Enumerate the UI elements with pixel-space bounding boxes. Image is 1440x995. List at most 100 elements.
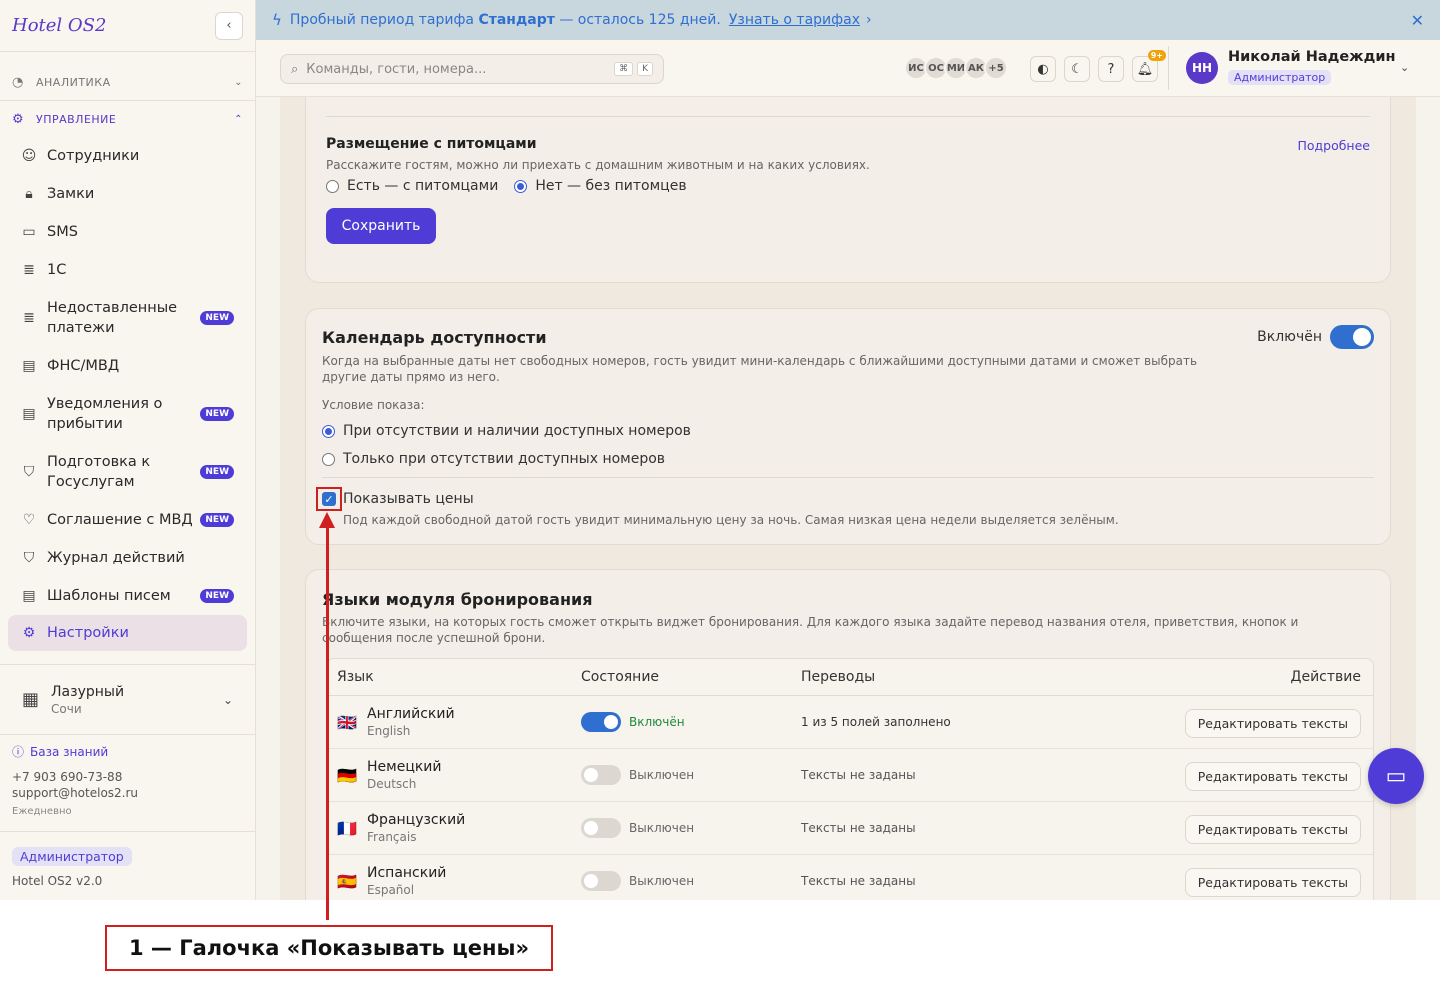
- show-prices-label[interactable]: Показывать цены: [343, 491, 474, 507]
- sidebar-item-staff[interactable]: ☺ Сотрудники: [0, 137, 255, 175]
- sidebar-item-action-log[interactable]: ⛉ Журнал действий: [0, 539, 255, 577]
- shield-check-icon: ⛉: [23, 464, 35, 480]
- help-circle-icon: ?: [1107, 61, 1115, 77]
- save-button[interactable]: Сохранить: [326, 208, 436, 244]
- support-phone[interactable]: +7 903 690-73-88: [12, 770, 243, 784]
- translations-status: Тексты не заданы: [801, 821, 916, 835]
- sidebar-item-locks[interactable]: 🔒︎ Замки: [0, 175, 255, 213]
- app-logo: Hotel OS2: [12, 15, 107, 36]
- radio-button[interactable]: [322, 452, 335, 466]
- sidebar-item-arrival-notices[interactable]: ▤ Уведомления о прибытии NEW: [0, 385, 255, 443]
- sidebar-item-undelivered-payments[interactable]: ≣ Недоставленные платежи NEW: [0, 289, 255, 347]
- user-role-badge: Администратор: [1228, 70, 1332, 85]
- knowledge-base-label: База знаний: [30, 744, 109, 759]
- chevron-down-icon: ⌄: [222, 692, 233, 707]
- radio-button-selected[interactable]: [514, 179, 528, 193]
- new-badge: NEW: [200, 589, 234, 603]
- support-hours: Ежедневно: [12, 806, 72, 817]
- chat-fab-button[interactable]: ▭: [1368, 748, 1424, 804]
- pets-option-yes[interactable]: Есть — с питомцами: [326, 178, 498, 194]
- new-badge: NEW: [200, 311, 234, 325]
- help-button[interactable]: ?: [1098, 56, 1124, 82]
- edit-texts-button[interactable]: Редактировать тексты: [1184, 867, 1361, 897]
- language-name: Немецкий: [367, 759, 442, 775]
- sidebar-item-email-templates[interactable]: ▤ Шаблоны писем NEW: [0, 577, 255, 615]
- translations-status: Тексты не заданы: [801, 874, 916, 888]
- translations-status: Тексты не заданы: [801, 768, 916, 782]
- sidebar-item-sms[interactable]: ▭ SMS: [0, 213, 255, 251]
- sidebar-item-mvd-agreement[interactable]: ♡ Соглашение с МВД NEW: [0, 501, 255, 539]
- trial-remaining: — осталось 125 дней.: [559, 12, 721, 28]
- condition-option-2[interactable]: Только при отсутствии доступных номеров: [322, 451, 665, 467]
- theme-palette-button[interactable]: ◐: [1030, 56, 1056, 82]
- new-badge: NEW: [200, 513, 234, 527]
- search-placeholder: Команды, гости, номера...: [306, 61, 487, 77]
- sidebar-item-label: Уведомления о прибытии: [47, 396, 163, 432]
- database-icon: ≣: [23, 310, 35, 326]
- radio-button[interactable]: [326, 179, 339, 193]
- pets-option-yes-label: Есть — с питомцами: [347, 178, 499, 194]
- dark-mode-button[interactable]: ☾: [1064, 56, 1090, 82]
- pets-option-no[interactable]: Нет — без питомцев: [514, 178, 687, 194]
- flag-fr-icon: 🇫🇷: [337, 818, 357, 838]
- sidebar-item-settings[interactable]: ⚙ Настройки: [8, 615, 247, 651]
- divider: [326, 116, 1370, 117]
- radio-button-selected[interactable]: [322, 424, 335, 438]
- sidebar-item-label: Сотрудники: [47, 148, 140, 164]
- language-name: Английский: [367, 706, 455, 722]
- language-toggle[interactable]: [581, 871, 621, 891]
- sidebar-item-fns-mvd[interactable]: ▤ ФНС/МВД: [0, 347, 255, 385]
- close-icon[interactable]: ✕: [1411, 11, 1424, 30]
- user-name[interactable]: Николай Надеждин: [1228, 49, 1396, 65]
- calendar-title: Календарь доступности: [322, 328, 547, 347]
- sidebar-item-label: SMS: [47, 224, 78, 240]
- edit-texts-button[interactable]: Редактировать тексты: [1184, 708, 1361, 738]
- gear-icon: ⚙: [22, 625, 36, 641]
- sidebar-item-gosuslugi[interactable]: ⛉ Подготовка к Госуслугам NEW: [0, 443, 255, 501]
- sidebar-item-label: Замки: [47, 186, 95, 202]
- palette-icon: ◐: [1037, 61, 1049, 77]
- pricing-link[interactable]: Узнать о тарифах: [729, 12, 860, 28]
- language-toggle[interactable]: [581, 765, 621, 785]
- collapse-sidebar-button[interactable]: ‹: [215, 11, 243, 40]
- sidebar-item-label: Подготовка к Госуслугам: [47, 454, 151, 490]
- notifications-button[interactable]: 🔔︎ 9+: [1132, 50, 1166, 82]
- edit-texts-button[interactable]: Редактировать тексты: [1184, 814, 1361, 844]
- language-toggle[interactable]: [581, 712, 621, 732]
- database-icon: ≣: [23, 262, 35, 278]
- sidebar-item-label: Соглашение с МВД: [47, 512, 193, 528]
- support-block: ⓘ База знаний +7 903 690-73-88 support@h…: [0, 734, 255, 832]
- divider: [322, 477, 1374, 478]
- support-email[interactable]: support@hotelos2.ru: [12, 786, 243, 800]
- search-input[interactable]: ⌕ Команды, гости, номера... ⌘ K: [280, 54, 664, 84]
- calendar-toggle[interactable]: [1330, 325, 1374, 349]
- section-management[interactable]: ⚙ УПРАВЛЕНИЕ ⌃: [0, 101, 255, 137]
- language-toggle[interactable]: [581, 818, 621, 838]
- column-header: Переводы: [801, 669, 876, 685]
- condition-option-1[interactable]: При отсутствии и наличии доступных номер…: [322, 423, 691, 439]
- edit-texts-button[interactable]: Редактировать тексты: [1184, 761, 1361, 791]
- sidebar-item-1c[interactable]: ≣ 1С: [0, 251, 255, 289]
- table-header: Язык Состояние Переводы Действие: [327, 659, 1373, 696]
- section-analytics[interactable]: ◔ АНАЛИТИКА ⌄: [0, 64, 255, 100]
- handshake-icon: ♡: [22, 512, 36, 528]
- language-state: Выключен: [629, 821, 695, 835]
- knowledge-base-link[interactable]: ⓘ База знаний: [12, 743, 243, 760]
- annotation-arrow-line: [326, 524, 329, 920]
- availability-calendar-card: Календарь доступности Включён Когда на в…: [305, 308, 1391, 545]
- table-row: 🇬🇧 Английский English Включён 1 из 5 пол…: [327, 696, 1373, 749]
- building-icon: ▦: [22, 689, 40, 710]
- flag-uk-icon: 🇬🇧: [337, 712, 357, 732]
- online-users[interactable]: ИС ОС МИ АК +5: [904, 56, 1008, 80]
- avatar-more: +5: [984, 56, 1008, 80]
- sidebar-item-label: ФНС/МВД: [47, 358, 120, 374]
- new-badge: NEW: [200, 465, 234, 479]
- language-state: Выключен: [629, 768, 695, 782]
- chevron-down-icon[interactable]: ⌄: [1400, 61, 1409, 74]
- user-avatar[interactable]: НН: [1186, 52, 1218, 84]
- document-icon: ▤: [22, 588, 36, 604]
- pets-more-link[interactable]: Подробнее: [1297, 138, 1370, 153]
- header-divider: [1168, 46, 1169, 90]
- search-icon: ⌕: [291, 61, 299, 77]
- hotel-switcher[interactable]: ▦ Лазурный Сочи ⌄: [0, 664, 255, 734]
